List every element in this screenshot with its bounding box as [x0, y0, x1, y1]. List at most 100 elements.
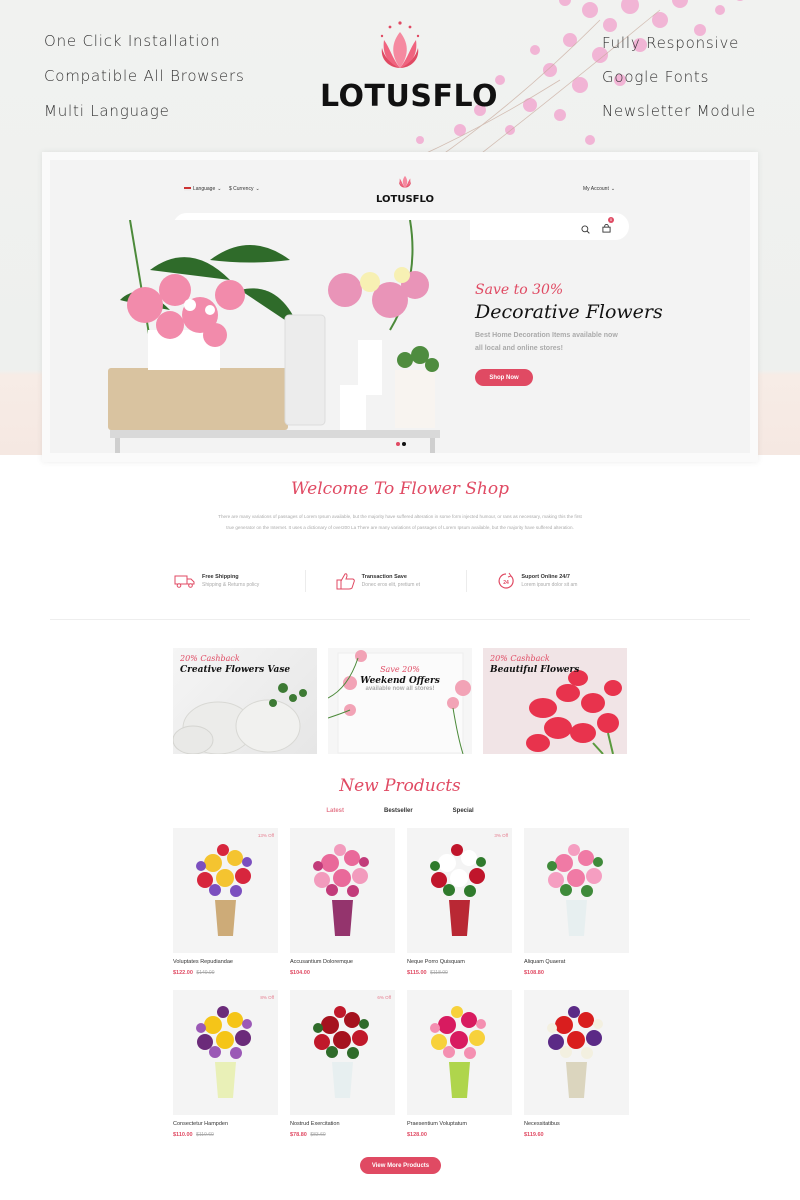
slider-dots [396, 442, 406, 446]
hero-title: Decorative Flowers [475, 301, 663, 323]
feature-title: Free Shipping [202, 574, 239, 580]
currency-selector[interactable]: $ Currency ⌄ [229, 186, 260, 192]
current-price: $122.00 [173, 970, 193, 976]
feature-subtitle: Donec eros elit, pretium et [361, 582, 421, 588]
product-name[interactable]: Necessitatibus [524, 1121, 629, 1127]
roses-image [328, 650, 471, 754]
feature-support: 24 Suport Online 24/7 Lorem ipsum dolor … [466, 570, 628, 592]
product-price: $128.00 [407, 1132, 512, 1138]
search-icon[interactable] [581, 224, 590, 234]
lotus-icon [399, 175, 411, 188]
my-account-menu[interactable]: My Account ⌄ [583, 186, 615, 192]
chevron-down-icon: ⌄ [217, 186, 222, 192]
view-more-products-button[interactable]: View More Products [360, 1157, 441, 1174]
hero-text: Save to 30% Decorative Flowers Best Home… [475, 282, 735, 386]
product-image[interactable]: 13% Off [173, 828, 278, 953]
product-price: $110.00 $119.60 [173, 1132, 278, 1138]
bouquet-image [430, 844, 486, 936]
banner-title: Beautiful Flowers [490, 665, 580, 675]
hero-desc-line1: Best Home Decoration Items available now [475, 332, 618, 339]
cart-button[interactable]: 0 [602, 217, 614, 238]
product-card[interactable]: 3% Off Neque Porro Quisquam $115.00 $118… [407, 828, 512, 990]
chevron-down-icon: ⌄ [255, 186, 260, 192]
current-price: $78.80 [290, 1132, 307, 1138]
product-image[interactable] [407, 990, 512, 1115]
lotus-icon [380, 21, 420, 68]
feature-free-shipping: Free Shipping Shipping & Returns policy [172, 570, 305, 592]
product-card[interactable]: Accusantium Doloremque $104.00 [290, 828, 395, 990]
product-image[interactable]: 6% Off [290, 990, 395, 1115]
slider-dot-2[interactable] [402, 442, 406, 446]
banner-beautiful-flowers[interactable]: 20% Cashback Beautiful Flowers [483, 648, 627, 754]
product-name[interactable]: Consectetur Hampden [173, 1121, 278, 1127]
product-name[interactable]: Neque Porro Quisquam [407, 959, 512, 965]
product-card[interactable]: Aliquam Quaerat $108.80 [524, 828, 629, 990]
product-card[interactable]: Praesentium Voluptatum $128.00 [407, 990, 512, 1152]
hero-subtitle: Save to 30% [475, 282, 564, 298]
welcome-text: There are many variations of passages of… [218, 514, 582, 530]
new-products-title: New Products [339, 776, 461, 796]
feature-transaction-save: Transaction Save Donec eros elit, pretiu… [304, 570, 467, 592]
bouquet-image [313, 844, 369, 936]
banner-title: Weekend Offers [360, 676, 440, 686]
product-name[interactable]: Voluptates Repudiandae [173, 959, 278, 965]
hero-image [90, 220, 470, 453]
currency-label: $ Currency [229, 186, 254, 192]
product-card[interactable]: Necessitatibus $119.60 [524, 990, 629, 1152]
discount-badge: 3% Off [494, 833, 508, 838]
product-name[interactable]: Aliquam Quaerat [524, 959, 629, 965]
current-price: $104.00 [290, 970, 310, 976]
product-price: $108.80 [524, 970, 629, 976]
banner-subtitle: 20% Cashback [490, 654, 550, 663]
current-price: $110.00 [173, 1132, 193, 1138]
section-divider [50, 619, 750, 620]
product-name[interactable]: Praesentium Voluptatum [407, 1121, 512, 1127]
feature-responsive: Fully Responsive [602, 34, 740, 52]
product-card[interactable]: 8% Off Consectetur Hampden $110.00 $119.… [173, 990, 278, 1152]
brand-wordmark: LOTUSFLO [320, 79, 499, 114]
discount-badge: 6% Off [377, 995, 391, 1000]
banner-subtitle: Save 20% [380, 665, 420, 674]
product-card[interactable]: 13% Off Voluptates Repudiandae $122.00 $… [173, 828, 278, 990]
old-price: $140.00 [196, 970, 215, 976]
feature-title: Transaction Save [361, 574, 407, 580]
product-name[interactable]: Accusantium Doloremque [290, 959, 395, 965]
shop-now-button[interactable]: Shop Now [475, 369, 533, 386]
feature-browsers: Compatible All Browsers [44, 67, 245, 85]
product-price: $122.00 $140.00 [173, 970, 278, 976]
banner-subtitle: 20% Cashback [180, 654, 240, 663]
product-card[interactable]: 6% Off Nostrud Exercitation $78.80 $83.6… [290, 990, 395, 1152]
slider-dot-1[interactable] [396, 442, 400, 446]
language-label: Language [193, 186, 216, 192]
discount-badge: 8% Off [260, 995, 274, 1000]
banner-creative-vase[interactable]: 20% Cashback Creative Flowers Vase [173, 648, 317, 754]
product-image[interactable] [524, 828, 629, 953]
product-image[interactable]: 8% Off [173, 990, 278, 1115]
bouquet-image [313, 1006, 369, 1098]
service-features: Free Shipping Shipping & Returns policy … [172, 570, 628, 592]
banner-description: available now all stores! [365, 686, 435, 692]
feature-one-click: One Click Installation [44, 32, 221, 50]
banner-weekend-offers[interactable]: Save 20% Weekend Offers available now al… [328, 648, 472, 754]
product-image[interactable]: 3% Off [407, 828, 512, 953]
product-name[interactable]: Nostrud Exercitation [290, 1121, 395, 1127]
svg-text:24: 24 [504, 580, 510, 586]
truck-icon [174, 575, 195, 588]
hero-description: Best Home Decoration Items available now… [475, 329, 735, 355]
tab-special[interactable]: Special [453, 808, 474, 814]
account-label: My Account [583, 186, 609, 192]
product-image[interactable] [524, 990, 629, 1115]
tab-latest[interactable]: Latest [326, 808, 344, 814]
store-logo[interactable]: LOTUSFLO [375, 172, 435, 205]
promo-banners: 20% Cashback Creative Flowers Vase Save … [173, 648, 627, 754]
language-selector[interactable]: Language ⌄ [184, 186, 221, 192]
store-wordmark: LOTUSFLO [375, 194, 434, 205]
current-price: $108.80 [524, 970, 544, 976]
product-grid: 13% Off Voluptates Repudiandae $122.00 $… [173, 828, 629, 1152]
tab-bestseller[interactable]: Bestseller [384, 808, 413, 814]
product-price: $115.00 $118.00 [407, 970, 512, 976]
product-image[interactable] [290, 828, 395, 953]
feature-subtitle: Shipping & Returns policy [202, 582, 260, 588]
thumbs-up-icon [336, 573, 355, 590]
hero-section: Language ⌄ $ Currency ⌄ LOTUSFLO My Acco… [50, 160, 750, 453]
